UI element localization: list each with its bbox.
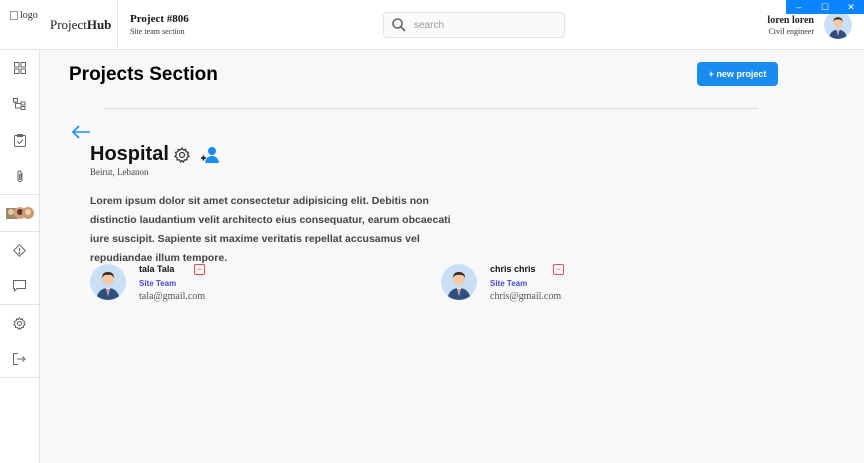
sidebar-item-attachments[interactable] (0, 158, 39, 194)
settings-icon (13, 316, 26, 330)
sidebar (0, 50, 40, 463)
remove-member-icon[interactable]: − (194, 264, 205, 275)
sidebar-item-settings[interactable] (0, 305, 39, 341)
sidebar-item-hierarchy[interactable] (0, 86, 39, 122)
sidebar-item-messages[interactable] (0, 268, 39, 304)
chat-icon (13, 280, 26, 292)
minimize-button[interactable]: – (786, 0, 812, 14)
project-description: Lorem ipsum dolor sit amet consectetur a… (90, 195, 451, 264)
sidebar-group-system (0, 305, 39, 378)
warning-icon (13, 243, 26, 257)
team-avatars-icon (5, 207, 34, 219)
top-bar: logo ProjectHub Project #806 Site team s… (0, 0, 864, 50)
member-avatar (90, 264, 126, 300)
search-icon (392, 18, 406, 32)
logout-icon (13, 353, 26, 365)
member-name: chris chris (490, 264, 536, 274)
dashboard-icon (13, 62, 26, 74)
maximize-button[interactable]: ☐ (812, 0, 838, 14)
brand-prefix: Project (50, 17, 87, 32)
remove-member-icon[interactable]: − (553, 264, 564, 275)
close-button[interactable]: ✕ (838, 0, 864, 14)
project-title: Project #806 (130, 13, 189, 25)
search-box[interactable] (383, 12, 565, 38)
user-role: Civil engineer (768, 27, 814, 36)
sidebar-item-issues[interactable] (0, 232, 39, 268)
project-name: Hospital (90, 143, 169, 165)
project-subtitle: Site team section (130, 27, 185, 36)
broken-image-icon (10, 11, 18, 20)
member-email: tala@gmail.com (139, 291, 206, 302)
sidebar-group-main (0, 50, 39, 195)
project-settings-icon[interactable] (174, 147, 190, 163)
member-team: Site Team (490, 279, 528, 288)
search-input[interactable] (414, 19, 554, 31)
paperclip-icon (17, 170, 22, 182)
user-avatar[interactable] (824, 11, 852, 39)
project-actions (174, 146, 220, 164)
project-location: Beirut, Lebanon (90, 167, 149, 177)
page-title: Projects Section (69, 64, 218, 85)
team-member-card: tala Tala − Site Team tala@gmail.com (90, 264, 320, 304)
window-controls: – ☐ ✕ (786, 0, 864, 14)
logo-image: logo (10, 10, 38, 21)
sidebar-item-team[interactable] (0, 195, 39, 231)
sidebar-item-tasks[interactable] (0, 122, 39, 158)
logo-alt-text: logo (20, 10, 38, 21)
member-team: Site Team (139, 279, 177, 288)
sidebar-group-team (0, 195, 39, 232)
add-user-icon[interactable] (200, 146, 220, 164)
member-name: tala Tala (139, 264, 175, 274)
sidebar-item-dashboard[interactable] (0, 50, 39, 86)
brand-name: ProjectHub (50, 17, 111, 33)
brand-bold: Hub (86, 17, 112, 32)
arrow-left-icon (71, 125, 90, 139)
hierarchy-icon (13, 98, 26, 110)
new-project-button[interactable]: + new project (697, 62, 778, 86)
back-button[interactable] (71, 124, 91, 145)
brand-area[interactable]: logo ProjectHub (0, 0, 118, 50)
team-member-card: chris chris − Site Team chris@gmail.com (441, 264, 671, 304)
main-content: Projects Section + new project Hospital … (40, 50, 864, 463)
divider (104, 108, 758, 109)
member-avatar (441, 264, 477, 300)
user-name: loren loren (767, 15, 814, 26)
sidebar-item-logout[interactable] (0, 341, 39, 377)
clipboard-icon (13, 133, 26, 147)
sidebar-group-alerts (0, 232, 39, 305)
member-email: chris@gmail.com (490, 291, 562, 302)
